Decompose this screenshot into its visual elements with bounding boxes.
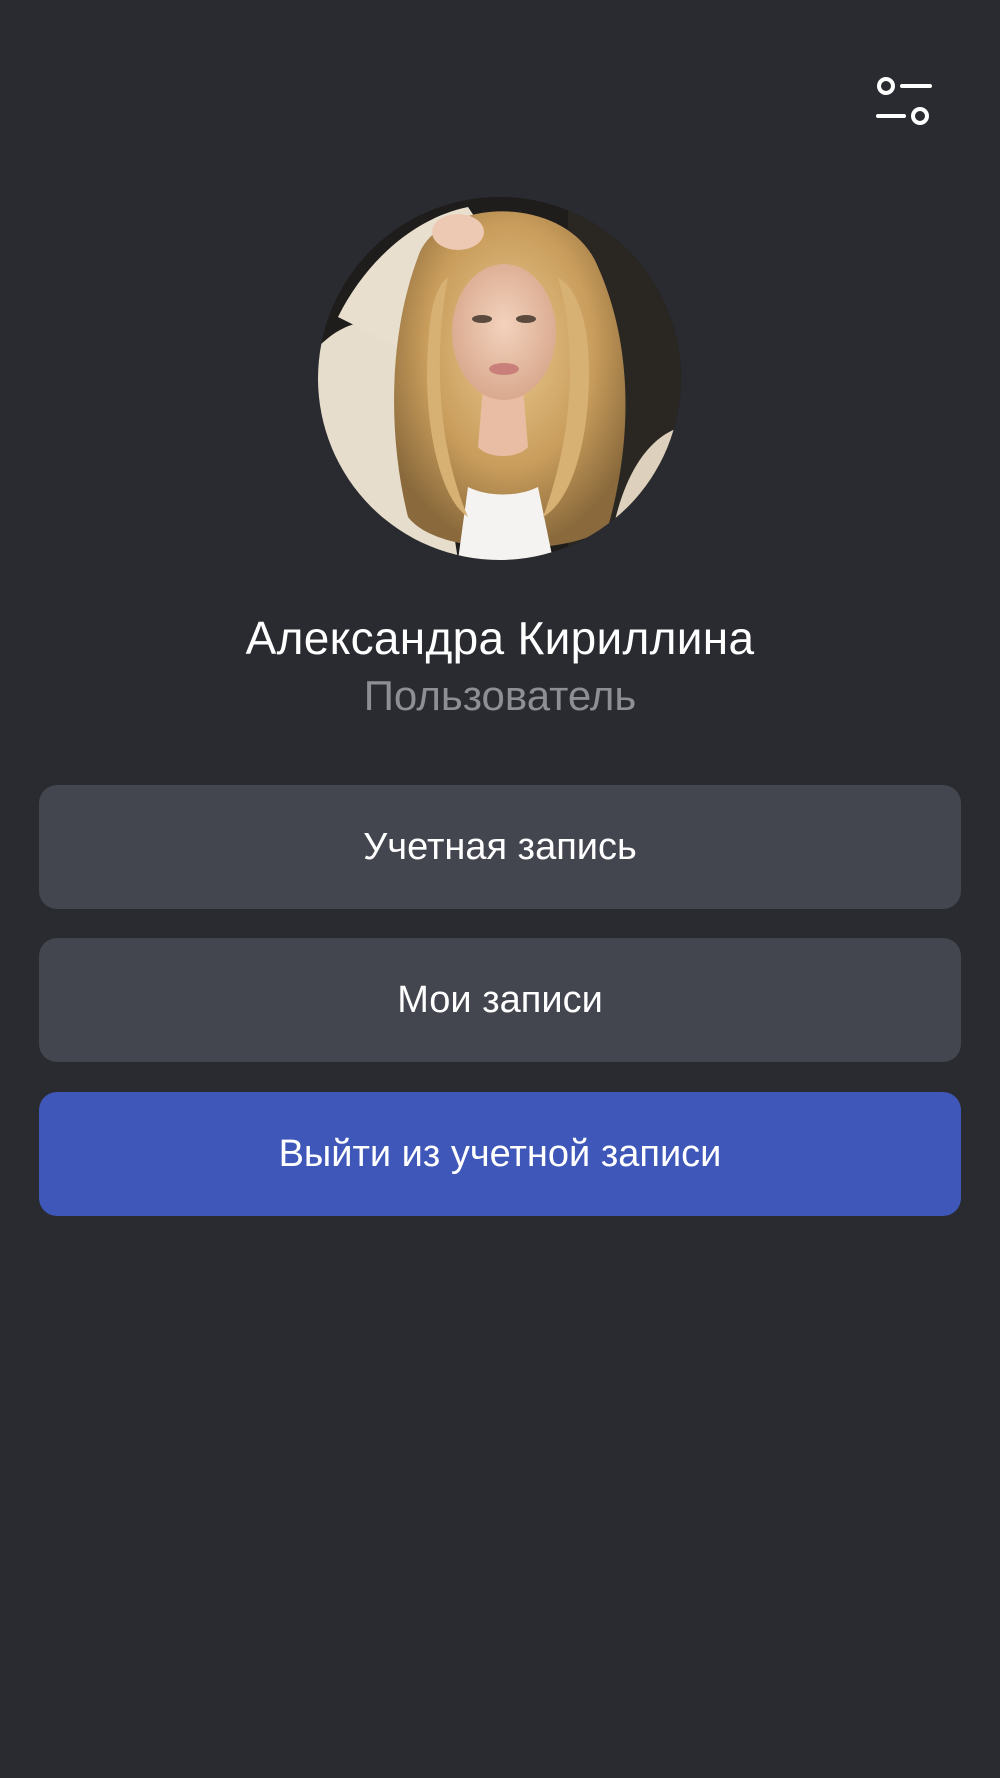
user-name: Александра Кириллина <box>245 612 755 664</box>
account-button[interactable]: Учетная запись <box>39 785 961 909</box>
logout-button-label: Выйти из учетной записи <box>278 1132 722 1175</box>
user-role: Пользователь <box>363 672 637 719</box>
account-button-label: Учетная запись <box>363 825 637 868</box>
avatar[interactable] <box>318 197 681 560</box>
avatar-image <box>318 197 681 560</box>
my-records-button[interactable]: Мои записи <box>39 938 961 1062</box>
settings-button[interactable] <box>868 70 936 134</box>
settings-sliders-icon <box>876 77 932 125</box>
my-records-button-label: Мои записи <box>397 978 603 1021</box>
logout-button[interactable]: Выйти из учетной записи <box>39 1092 961 1216</box>
